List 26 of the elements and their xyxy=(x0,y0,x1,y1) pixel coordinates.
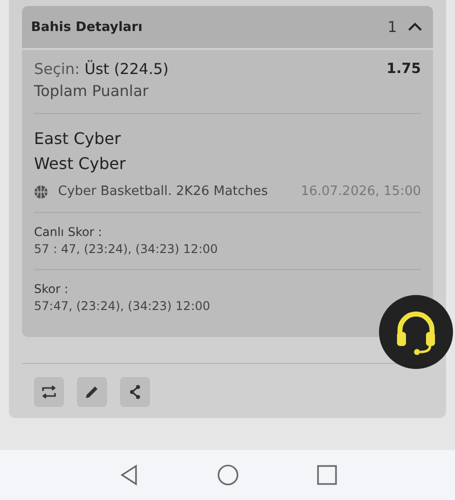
league-name: Cyber Basketball. 2K26 Matches xyxy=(58,184,269,199)
market-name: Toplam Puanlar xyxy=(34,82,150,100)
section-title: Bahis Detayları xyxy=(31,20,144,34)
selection-value: Üst (224.5) xyxy=(84,60,169,78)
recents-icon[interactable] xyxy=(316,465,336,485)
selection-label: Seçin: xyxy=(34,60,80,78)
home-icon[interactable] xyxy=(216,464,238,486)
back-icon[interactable] xyxy=(118,464,138,486)
score-value: 57 : 47, (23:24), (34:23) 12:00 xyxy=(34,242,219,256)
share-icon xyxy=(127,384,143,400)
bet-count: 1 xyxy=(387,18,397,36)
score-label: Canlı Skor : xyxy=(34,225,104,239)
team-name: East Cyber xyxy=(34,128,122,150)
edit-button[interactable] xyxy=(77,377,107,407)
repeat-button[interactable] xyxy=(34,377,64,407)
pencil-icon xyxy=(84,384,100,400)
score-label: Skor : xyxy=(34,282,70,296)
chevron-up-icon xyxy=(407,22,423,32)
score-value: 57:47, (23:24), (34:23) 12:00 xyxy=(34,299,212,313)
share-button[interactable] xyxy=(120,377,150,407)
event-datetime: 16.07.2026, 15:00 xyxy=(300,184,421,199)
odds: 1.75 xyxy=(386,61,421,77)
basketball-icon xyxy=(34,184,48,198)
repeat-icon xyxy=(41,384,57,400)
team-name: West Cyber xyxy=(34,153,127,175)
section-header[interactable]: Bahis Detayları 1 xyxy=(22,6,433,48)
